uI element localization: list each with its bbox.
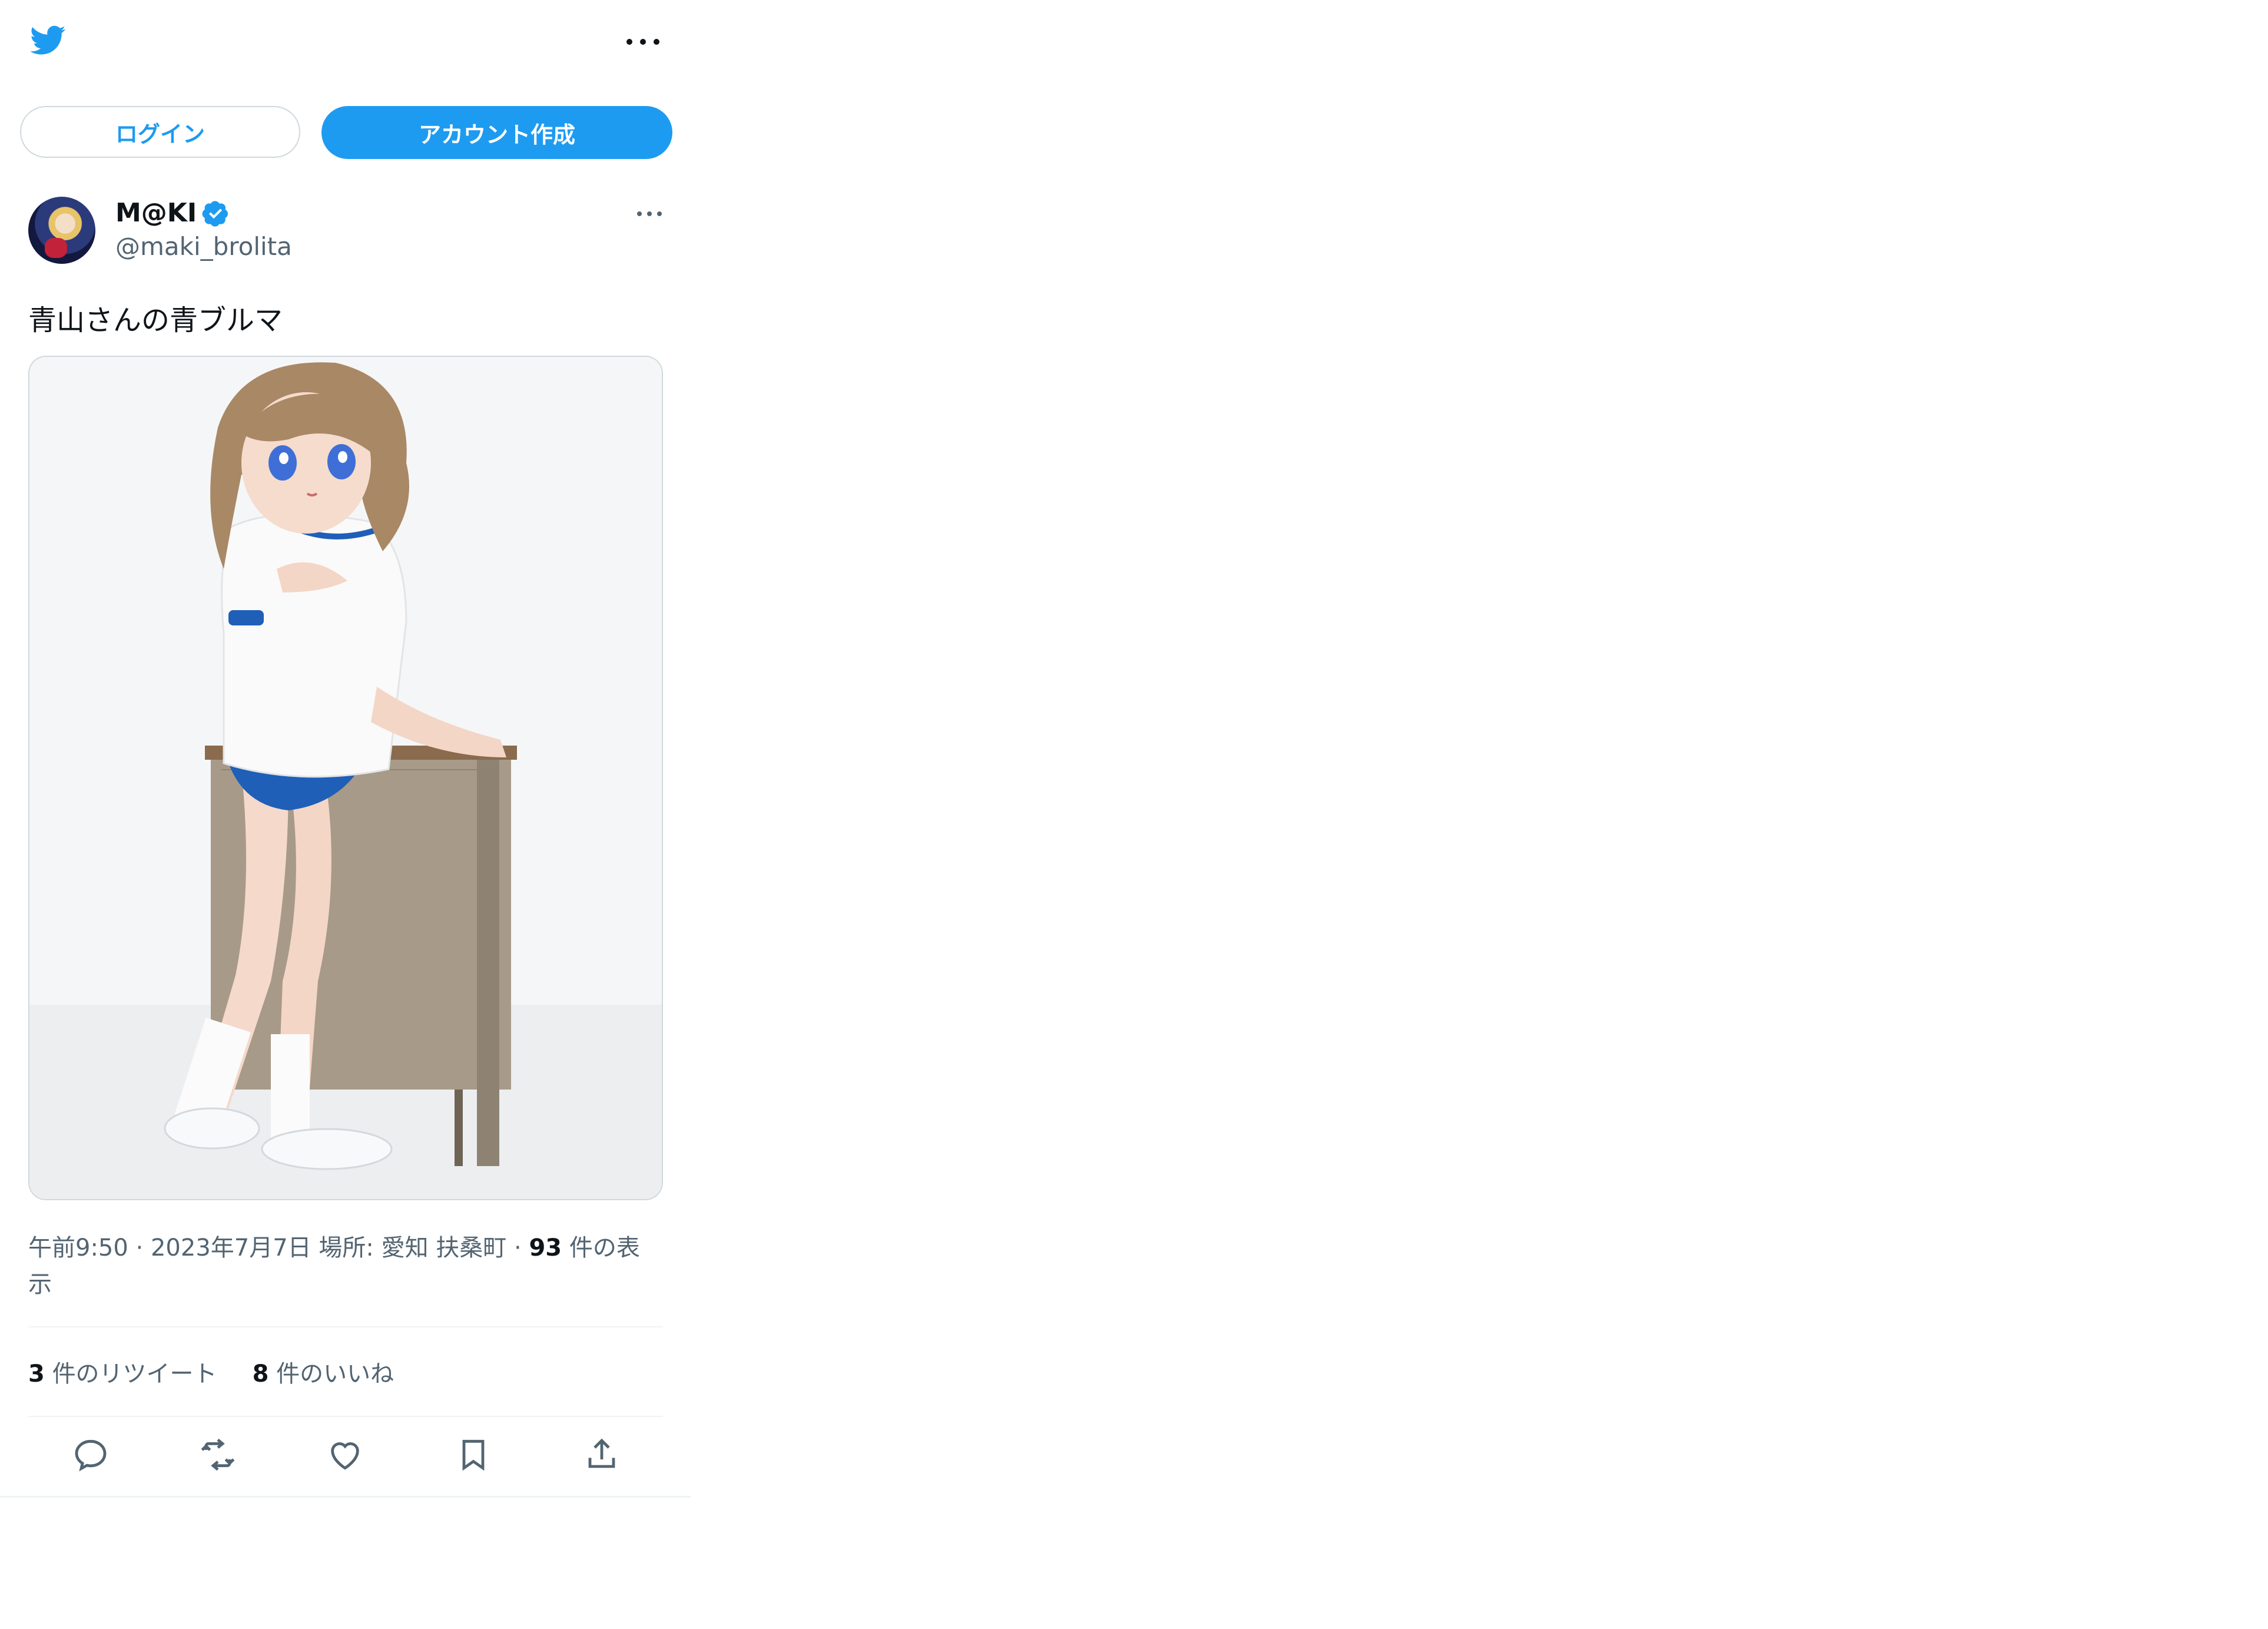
author-display-name[interactable]: M@KI bbox=[115, 198, 230, 228]
meta-separator: · bbox=[135, 1234, 151, 1262]
tweet-text: 青山さんの青ブルマ bbox=[28, 304, 283, 337]
signup-button[interactable]: アカウント作成 bbox=[321, 106, 672, 159]
tweet-time[interactable]: 午前9:50 bbox=[28, 1234, 128, 1262]
likes-count: 8 bbox=[252, 1360, 269, 1388]
tweet-more-icon[interactable] bbox=[637, 210, 662, 217]
likes-label: 件のいいね bbox=[276, 1360, 394, 1388]
retweets-label: 件のリツイート bbox=[52, 1360, 217, 1388]
more-horizontal-icon[interactable] bbox=[626, 33, 659, 51]
tweet-meta: 午前9:50 · 2023年7月7日 場所: 愛知 扶桑町 · 93 件の表示 bbox=[28, 1230, 652, 1303]
top-bar bbox=[0, 0, 691, 88]
divider bbox=[28, 1326, 663, 1327]
reply-icon[interactable] bbox=[72, 1436, 110, 1474]
tweet-panel: ログイン アカウント作成 M@KI @maki_brolita 青山さんの青ブル… bbox=[0, 0, 691, 1508]
divider bbox=[0, 1496, 691, 1498]
tweet-stats: 3 件のリツイート 8 件のいいね bbox=[28, 1355, 394, 1389]
share-icon[interactable] bbox=[583, 1436, 621, 1474]
retweets-stat[interactable]: 3 件のリツイート bbox=[28, 1355, 217, 1389]
twitter-bird-icon[interactable] bbox=[27, 22, 69, 58]
divider bbox=[28, 1416, 663, 1417]
tweet-location[interactable]: 場所: 愛知 扶桑町 bbox=[319, 1234, 506, 1262]
login-button[interactable]: ログイン bbox=[20, 106, 300, 158]
tweet-photo[interactable] bbox=[28, 356, 663, 1200]
likes-stat[interactable]: 8 件のいいね bbox=[253, 1355, 394, 1389]
author-handle[interactable]: @maki_brolita bbox=[115, 232, 292, 261]
tweet-date[interactable]: 2023年7月7日 bbox=[151, 1234, 311, 1262]
photo-illustration bbox=[29, 357, 662, 1199]
tweet-actions bbox=[28, 1431, 663, 1478]
retweets-count: 3 bbox=[28, 1360, 45, 1388]
author-name-text: M@KI bbox=[115, 198, 197, 228]
retweet-icon[interactable] bbox=[199, 1436, 237, 1474]
like-icon[interactable] bbox=[326, 1436, 364, 1474]
meta-separator: · bbox=[514, 1234, 529, 1262]
bookmark-icon[interactable] bbox=[455, 1436, 492, 1474]
verified-badge-icon bbox=[202, 200, 228, 227]
views-count: 93 bbox=[529, 1234, 562, 1262]
avatar[interactable] bbox=[28, 197, 95, 264]
page: ログイン アカウント作成 M@KI @maki_brolita 青山さんの青ブル… bbox=[0, 0, 2268, 1629]
